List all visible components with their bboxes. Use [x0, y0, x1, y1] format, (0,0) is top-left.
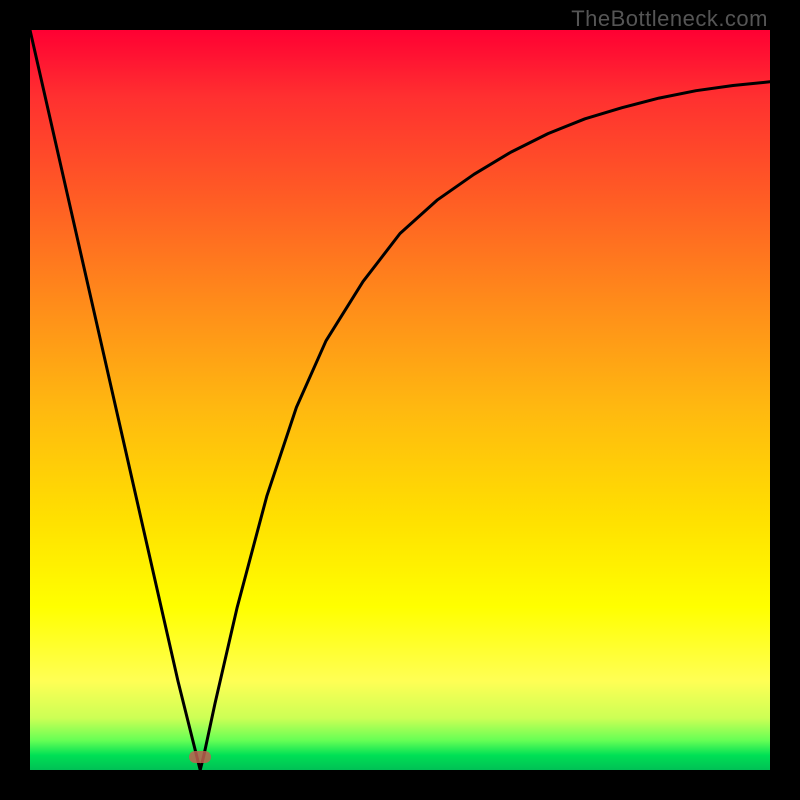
plot-area: [30, 30, 770, 770]
watermark-text: TheBottleneck.com: [571, 6, 768, 32]
bottleneck-curve: [30, 30, 770, 770]
chart-container: TheBottleneck.com: [0, 0, 800, 800]
optimal-marker: [189, 751, 211, 763]
